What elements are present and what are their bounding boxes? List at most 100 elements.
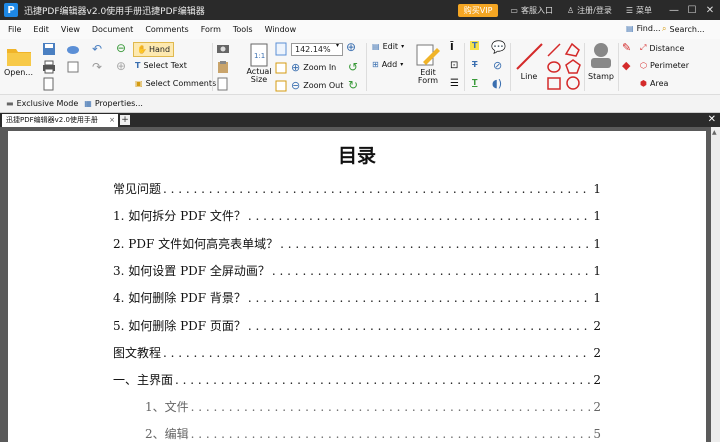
- vertical-scrollbar[interactable]: ▲: [711, 127, 720, 442]
- toc-row[interactable]: 一、主界面 2: [113, 371, 601, 388]
- toc-row[interactable]: 5. 如何删除 PDF 页面？ 2: [113, 317, 601, 334]
- toc-row[interactable]: 2、编辑 5: [145, 425, 601, 442]
- perimeter-tool-button[interactable]: ⬡ Perimeter: [640, 61, 689, 70]
- strikeout-icon[interactable]: T: [472, 60, 477, 69]
- shape-tools-icon[interactable]: [546, 42, 582, 92]
- undo-icon[interactable]: ↶: [92, 42, 102, 56]
- scroll-up-icon[interactable]: ▲: [712, 129, 717, 136]
- edit-form-button[interactable]: Edit Form: [415, 42, 441, 85]
- main-menu-button[interactable]: ☰ 菜单: [626, 5, 652, 16]
- menu-form[interactable]: Form: [201, 25, 221, 34]
- eraser-icon[interactable]: ◆: [622, 59, 630, 72]
- select-text-button[interactable]: T Select Text: [135, 61, 187, 70]
- print-icon[interactable]: [42, 60, 56, 74]
- perimeter-label: Perimeter: [649, 61, 690, 70]
- toc-page-number: 2: [593, 319, 601, 333]
- sound-icon[interactable]: ◖): [492, 77, 502, 90]
- tab-document-label: 迅捷PDF编辑器v2.0使用手册: [6, 116, 98, 124]
- distance-tool-button[interactable]: ⤢ Distance: [640, 43, 684, 53]
- menu-bar: File Edit View Document Comments Form To…: [0, 20, 720, 39]
- add-content-button[interactable]: ⊞ Add ▾: [372, 60, 403, 69]
- search-icon: ⌕: [662, 24, 667, 33]
- toc-row[interactable]: 4. 如何删除 PDF 背景？ 1: [113, 289, 601, 306]
- line-tool-button[interactable]: Line: [514, 41, 544, 81]
- cloud-icon[interactable]: [66, 42, 80, 56]
- menu-comments[interactable]: Comments: [145, 25, 188, 34]
- menu-file[interactable]: File: [8, 25, 21, 34]
- login-button[interactable]: ♙ 注册/登录: [567, 5, 612, 16]
- pencil-icon[interactable]: ✎: [622, 41, 631, 54]
- pdf-page: 目录 常见问题 1 1. 如何拆分 PDF 文件？ 1 2. PDF 文件如何高亮表…: [8, 131, 706, 442]
- title-bar-controls: 购买VIP ▭ 客服入口 ♙ 注册/登录 ☰ 菜单 — ☐ ✕: [457, 0, 720, 20]
- select-comments-button[interactable]: ▣ Select Comments: [135, 79, 216, 88]
- menu-tools[interactable]: Tools: [233, 25, 253, 34]
- toc-row[interactable]: 2. PDF 文件如何高亮表单域？ 1: [113, 235, 601, 252]
- menu-edit[interactable]: Edit: [33, 25, 49, 34]
- list-box-icon[interactable]: ☰: [450, 78, 459, 89]
- page-icon[interactable]: [216, 77, 230, 91]
- toc-row[interactable]: 1、文件 2: [145, 398, 601, 415]
- perimeter-icon: ⬡: [640, 61, 647, 70]
- toc-row[interactable]: 1. 如何拆分 PDF 文件？ 1: [113, 207, 601, 224]
- tab-document[interactable]: 迅捷PDF编辑器v2.0使用手册 ×: [2, 114, 118, 127]
- snapshot-icon[interactable]: [216, 42, 230, 54]
- toc-row[interactable]: 常见问题 1: [113, 180, 601, 197]
- back-icon[interactable]: ⊖: [116, 41, 126, 55]
- stamp-icon: [591, 43, 611, 68]
- sticky-note-icon[interactable]: 💬: [491, 40, 506, 54]
- toc-label: 3. 如何设置 PDF 全屏动画？: [113, 264, 270, 278]
- save-icon[interactable]: [42, 42, 56, 56]
- upload-icon[interactable]: [66, 60, 80, 74]
- toc-label: 5. 如何删除 PDF 页面？: [113, 319, 246, 333]
- toc-row[interactable]: 3. 如何设置 PDF 全屏动画？ 1: [113, 262, 601, 279]
- hand-tool-button[interactable]: ✋ Hand: [133, 42, 175, 57]
- text-field-icon[interactable]: Ī: [450, 42, 454, 53]
- zoom-in-button[interactable]: ⊕ Zoom In: [291, 61, 336, 74]
- customer-service-button[interactable]: ▭ 客服入口: [510, 5, 553, 16]
- open-button[interactable]: Open...: [4, 43, 33, 77]
- fit-width-icon[interactable]: [274, 61, 288, 75]
- zoom-dropdown-icon[interactable]: ▾: [336, 42, 339, 49]
- highlight-text-icon[interactable]: T: [470, 41, 480, 50]
- zoom-magnifier-icon[interactable]: ⊕: [346, 40, 356, 54]
- rotate-left-icon[interactable]: ↺: [348, 60, 358, 74]
- minimize-button[interactable]: —: [666, 5, 682, 16]
- new-tab-button[interactable]: +: [120, 115, 130, 125]
- new-document-icon[interactable]: [42, 77, 56, 91]
- stamp-button[interactable]: Stamp: [588, 41, 614, 81]
- close-window-button[interactable]: ✕: [702, 5, 718, 16]
- area-label: Area: [649, 79, 669, 88]
- close-document-icon[interactable]: ✕: [708, 113, 716, 127]
- customer-service-label: 客服入口: [520, 5, 553, 15]
- toc-page-number: 2: [593, 373, 601, 387]
- clipboard-icon[interactable]: [216, 60, 230, 74]
- menu-window[interactable]: Window: [265, 25, 297, 34]
- actual-size-button[interactable]: 1:1 Actual Size: [244, 43, 274, 84]
- buy-vip-button[interactable]: 购买VIP: [457, 3, 499, 17]
- combo-box-icon[interactable]: ⊡: [450, 60, 458, 71]
- edit-content-button[interactable]: ▤ Edit ▾: [372, 42, 404, 51]
- menu-document[interactable]: Document: [92, 25, 133, 34]
- zoom-out-button[interactable]: ⊖ Zoom Out: [291, 79, 343, 92]
- toc-page-number: 2: [593, 346, 601, 360]
- redo-icon[interactable]: ↷: [92, 60, 102, 74]
- tab-close-icon[interactable]: ×: [109, 114, 115, 127]
- maximize-button[interactable]: ☐: [684, 5, 700, 16]
- forward-icon[interactable]: ⊕: [116, 59, 126, 73]
- edit-content-label: Edit: [382, 42, 399, 51]
- fit-visible-icon[interactable]: [274, 79, 288, 93]
- properties-label: Properties...: [94, 99, 143, 108]
- underline-icon[interactable]: T: [472, 78, 477, 87]
- search-button[interactable]: ⌕ Search...: [662, 24, 705, 34]
- area-tool-button[interactable]: ⬢ Area: [640, 79, 668, 88]
- toc-page-number: 1: [593, 264, 601, 278]
- document-viewport[interactable]: 目录 常见问题 1 1. 如何拆分 PDF 文件？ 1 2. PDF 文件如何高亮表…: [0, 127, 720, 442]
- exclusive-mode-button[interactable]: ▬ Exclusive Mode: [6, 99, 78, 108]
- properties-button[interactable]: ▦ Properties...: [84, 99, 143, 108]
- find-button[interactable]: ▤ Find...: [626, 24, 661, 33]
- attach-file-icon[interactable]: ⊘: [493, 59, 502, 72]
- toc-row[interactable]: 图文教程 2: [113, 344, 601, 361]
- menu-view[interactable]: View: [61, 25, 80, 34]
- fit-page-icon[interactable]: [274, 42, 288, 56]
- rotate-right-icon[interactable]: ↻: [348, 78, 358, 92]
